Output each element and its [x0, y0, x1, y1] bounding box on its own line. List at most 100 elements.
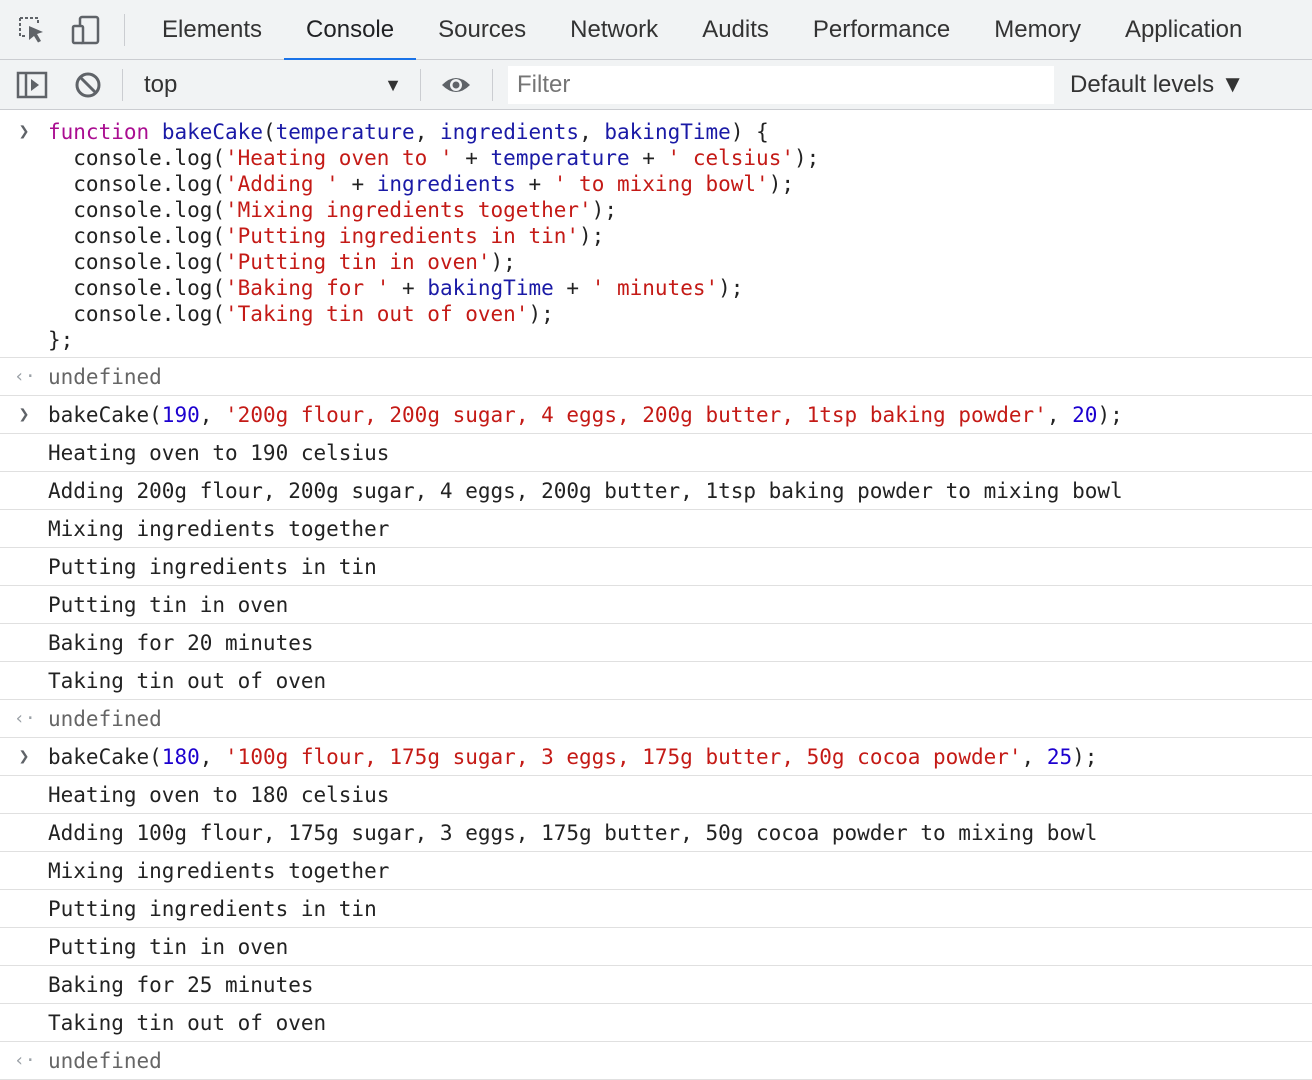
clear-console-icon[interactable]: [72, 69, 104, 101]
tab-network[interactable]: Network: [548, 0, 680, 60]
toolbar-divider: [492, 69, 493, 101]
console-log-message: Baking for 20 minutes: [0, 624, 1312, 662]
console-log-message: Putting tin in oven: [0, 928, 1312, 966]
console-result: ‹· undefined: [0, 1042, 1312, 1080]
code-token: temperature: [275, 120, 415, 144]
device-toolbar-icon[interactable]: [70, 14, 102, 46]
code-token: console.log(: [48, 250, 226, 274]
code-token: );: [718, 276, 744, 300]
code-line: console.log('Adding ' + ingredients + ' …: [48, 171, 1312, 197]
code-token: );: [490, 250, 516, 274]
console-log-message: Adding 100g flour, 175g sugar, 3 eggs, 1…: [0, 814, 1312, 852]
log-text: Baking for 20 minutes: [48, 631, 314, 655]
result-value: undefined: [48, 365, 162, 389]
code-token: );: [1097, 403, 1123, 427]
console-log-message: Baking for 25 minutes: [0, 966, 1312, 1004]
console-toolbar: top ▼ Default levels ▼: [0, 60, 1312, 110]
show-sidebar-icon[interactable]: [16, 69, 48, 101]
console-log-message: Putting ingredients in tin: [0, 890, 1312, 928]
log-text: Mixing ingredients together: [48, 859, 390, 883]
code-token: '100g flour, 175g sugar, 3 eggs, 175g bu…: [225, 745, 1022, 769]
code-token: 'Taking tin out of oven': [225, 302, 529, 326]
code-token: ,: [1021, 745, 1047, 769]
result-arrow-icon: ‹·: [14, 1050, 36, 1071]
devtools-tabbar: Elements Console Sources Network Audits …: [0, 0, 1312, 61]
log-text: Putting ingredients in tin: [48, 897, 377, 921]
code-token: 'Heating oven to ': [225, 146, 453, 170]
code-token: 190: [161, 403, 200, 427]
filter-input[interactable]: [508, 66, 1054, 104]
code-token: +: [629, 146, 668, 170]
log-text: Putting tin in oven: [48, 593, 289, 617]
tab-application[interactable]: Application: [1103, 0, 1264, 60]
console-log-message: Heating oven to 180 celsius: [0, 776, 1312, 814]
console-log-message: Mixing ingredients together: [0, 852, 1312, 890]
console-log-message: Taking tin out of oven: [0, 662, 1312, 700]
tab-sources[interactable]: Sources: [416, 0, 548, 60]
result-value: undefined: [48, 707, 162, 731]
tab-console[interactable]: Console: [284, 0, 417, 61]
code-token: ,: [199, 745, 226, 769]
code-token: );: [591, 198, 617, 222]
panel-tabs: Elements Console Sources Network Audits …: [140, 0, 1264, 61]
console-log-message: Taking tin out of oven: [0, 1004, 1312, 1042]
inspect-element-icon[interactable]: [16, 14, 48, 46]
tab-elements[interactable]: Elements: [140, 0, 284, 60]
tab-performance[interactable]: Performance: [791, 0, 972, 60]
code-token: bakeCake(: [48, 403, 162, 427]
code-token: ,: [1046, 403, 1073, 427]
code-token: (: [262, 120, 276, 144]
code-token: );: [579, 224, 605, 248]
code-token: +: [338, 172, 377, 196]
console-log-message: Mixing ingredients together: [0, 510, 1312, 548]
code-token: };: [48, 328, 74, 352]
input-prompt-icon: ❯: [18, 404, 30, 425]
context-selector[interactable]: top ▼: [132, 65, 412, 105]
log-text: Taking tin out of oven: [48, 669, 327, 693]
console-input-function-definition: ❯ function bakeCake(temperature, ingredie…: [0, 111, 1312, 358]
code-line: };: [48, 327, 1312, 353]
code-token: ) {: [730, 120, 769, 144]
console-log-message: Putting ingredients in tin: [0, 548, 1312, 586]
code-token: ,: [579, 120, 605, 144]
dropdown-arrow-icon: ▼: [384, 75, 402, 95]
result-arrow-icon: ‹·: [14, 366, 36, 387]
code-token: 'Mixing ingredients together': [225, 198, 592, 222]
code-token: ' to mixing bowl': [553, 172, 769, 196]
code-token: bakingTime: [427, 276, 554, 300]
console-result: ‹· undefined: [0, 358, 1312, 396]
log-text: Putting ingredients in tin: [48, 555, 377, 579]
input-prompt-icon: ❯: [18, 746, 30, 767]
console-messages[interactable]: ❯ function bakeCake(temperature, ingredie…: [0, 111, 1312, 1080]
code-token: ,: [199, 403, 226, 427]
log-text: Heating oven to 180 celsius: [48, 783, 390, 807]
code-token: ' minutes': [591, 276, 719, 300]
code-line: function bakeCake(temperature, ingredien…: [48, 119, 1312, 145]
console-input-call: ❯ bakeCake(190, '200g flour, 200g sugar, …: [0, 396, 1312, 434]
log-levels-dropdown[interactable]: Default levels ▼: [1070, 65, 1245, 105]
code-token: +: [452, 146, 491, 170]
code-token: console.log(: [48, 198, 226, 222]
code-token: );: [768, 172, 794, 196]
console-input-call: ❯ bakeCake(180, '100g flour, 175g sugar, …: [0, 738, 1312, 776]
code-token: bakeCake: [161, 120, 263, 144]
console-log-message: Adding 200g flour, 200g sugar, 4 eggs, 2…: [0, 472, 1312, 510]
log-text: Baking for 25 minutes: [48, 973, 314, 997]
code-token: );: [793, 146, 820, 170]
code-token: 'Baking for ': [225, 276, 390, 300]
code-token: 'Putting ingredients in tin': [225, 224, 580, 248]
input-prompt-icon: ❯: [18, 121, 30, 142]
live-expression-eye-icon[interactable]: [440, 69, 472, 101]
log-text: Adding 200g flour, 200g sugar, 4 eggs, 2…: [48, 479, 1123, 503]
code-token: );: [1072, 745, 1098, 769]
code-token: 'Putting tin in oven': [225, 250, 491, 274]
tab-audits[interactable]: Audits: [680, 0, 791, 60]
tab-memory[interactable]: Memory: [972, 0, 1103, 60]
code-token: console.log(: [48, 172, 226, 196]
code-line: console.log('Taking tin out of oven');: [48, 301, 1312, 327]
code-line: console.log('Putting tin in oven');: [48, 249, 1312, 275]
code-token: console.log(: [48, 146, 226, 170]
tabbar-divider: [124, 14, 125, 46]
result-value: undefined: [48, 1049, 162, 1073]
